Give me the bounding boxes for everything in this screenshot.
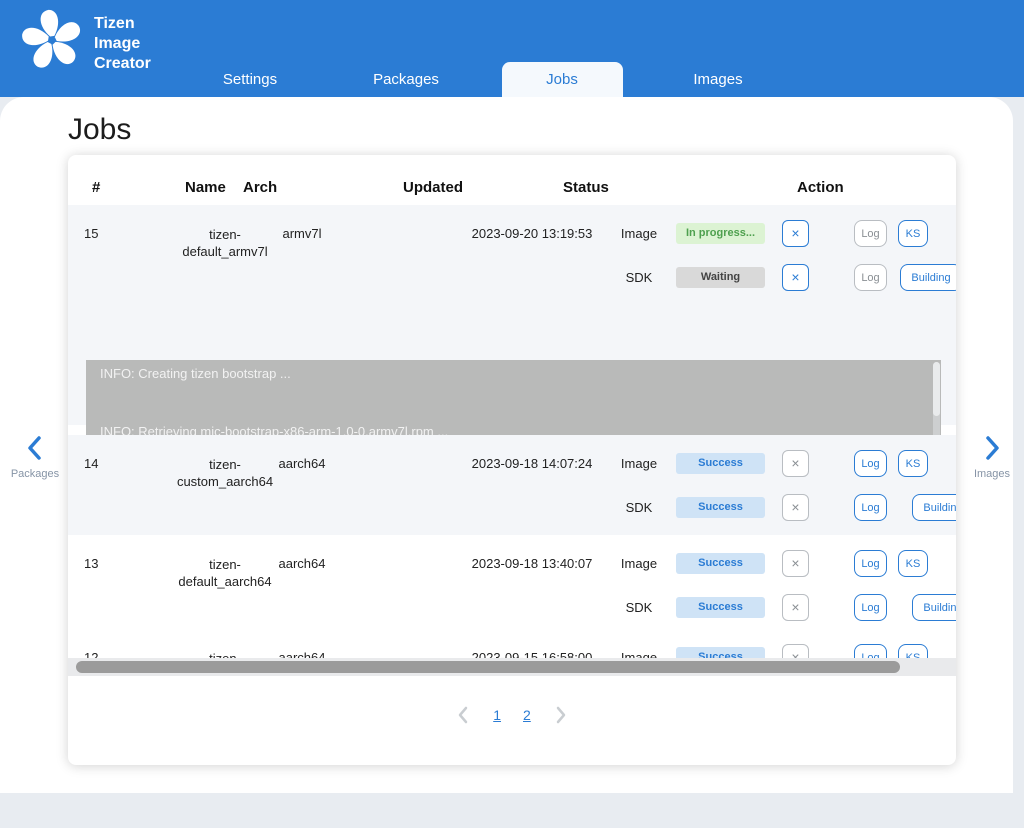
image-status-line: Image Success × Log KS	[68, 549, 956, 579]
chevron-left-icon	[455, 705, 471, 725]
brand-line-1: Tizen	[94, 14, 151, 34]
tab-images[interactable]: Images	[640, 62, 796, 97]
main-nav: Settings Packages Jobs Images	[172, 62, 796, 97]
pagination: 1 2	[68, 695, 956, 735]
tab-images-label: Images	[640, 62, 796, 97]
status-badge: Success	[676, 453, 765, 474]
log-button[interactable]: Log	[854, 264, 887, 291]
image-status-line: Image Success × Log KS	[68, 449, 956, 479]
page-title: Jobs	[68, 113, 131, 147]
status-badge: Waiting	[676, 267, 765, 288]
log-scrollbar-thumb[interactable]	[933, 362, 940, 416]
status-badge: Success	[676, 497, 765, 518]
status-badge: Success	[676, 597, 765, 618]
ks-button[interactable]: KS	[898, 550, 928, 577]
column-header-updated: Updated	[403, 179, 463, 196]
tab-settings[interactable]: Settings	[172, 62, 328, 97]
job-row: 15 tizen-default_armv7l armv7l 2023-09-2…	[68, 205, 956, 425]
pinwheel-icon	[20, 8, 84, 72]
side-nav-images[interactable]: Images	[962, 435, 1022, 480]
ks-button[interactable]: KS	[898, 450, 928, 477]
log-button[interactable]: Log	[854, 494, 887, 521]
page-link-1[interactable]: 1	[493, 707, 501, 723]
brand-text: Tizen Image Creator	[94, 14, 151, 74]
log-button[interactable]: Log	[854, 450, 887, 477]
main-panel: Jobs Packages Images # Name Arch Updated…	[0, 97, 1013, 793]
app-logo[interactable]	[20, 8, 84, 72]
log-button[interactable]: Log	[854, 594, 887, 621]
column-header-arch: Arch	[243, 179, 277, 196]
tab-packages-label: Packages	[328, 62, 484, 97]
brand-line-3: Creator	[94, 54, 151, 74]
cancel-button[interactable]: ×	[782, 264, 809, 291]
table-body: 15 tizen-default_armv7l armv7l 2023-09-2…	[68, 205, 956, 676]
image-status-line: Image In progress... × Log KS	[68, 219, 956, 249]
job-row: 14 tizen-custom_aarch64 aarch64 2023-09-…	[68, 435, 956, 535]
horizontal-scrollbar-thumb[interactable]	[76, 661, 900, 673]
ks-button[interactable]: KS	[898, 220, 928, 247]
log-button[interactable]: Log	[854, 220, 887, 247]
page-link-2[interactable]: 2	[523, 707, 531, 723]
chevron-left-icon	[24, 435, 46, 461]
status-type-label: SDK	[599, 270, 679, 285]
pagination-prev-button[interactable]	[455, 705, 471, 725]
job-row: 13 tizen-default_aarch64 aarch64 2023-09…	[68, 535, 956, 635]
horizontal-scrollbar-track[interactable]	[68, 658, 956, 676]
cancel-button[interactable]: ×	[782, 220, 809, 247]
building-button[interactable]: Building	[912, 494, 956, 521]
column-header-name: Name	[185, 179, 226, 196]
cancel-button[interactable]: ×	[782, 594, 809, 621]
column-header-action: Action	[797, 179, 844, 196]
sdk-status-line: SDK Success × Log Building	[68, 493, 956, 523]
log-line: INFO: Creating tizen bootstrap ...	[100, 366, 921, 381]
sdk-status-line: SDK Success × Log Building	[68, 593, 956, 623]
sdk-status-line: SDK Waiting × Log Building	[68, 263, 956, 293]
column-header-id: #	[92, 179, 100, 196]
building-button[interactable]: Building	[912, 594, 956, 621]
pagination-next-button[interactable]	[553, 705, 569, 725]
cancel-button[interactable]: ×	[782, 494, 809, 521]
log-button[interactable]: Log	[854, 550, 887, 577]
building-button[interactable]: Building	[900, 264, 956, 291]
tab-packages[interactable]: Packages	[328, 62, 484, 97]
status-badge: In progress...	[676, 223, 765, 244]
chevron-right-icon	[981, 435, 1003, 461]
table-header-row: # Name Arch Updated Status Action	[68, 155, 956, 205]
status-type-label: Image	[599, 556, 679, 571]
status-badge: Success	[676, 553, 765, 574]
jobs-table-card: # Name Arch Updated Status Action 15 tiz…	[68, 155, 956, 765]
status-type-label: SDK	[599, 600, 679, 615]
chevron-right-icon	[553, 705, 569, 725]
status-type-label: Image	[599, 226, 679, 241]
tab-jobs-label: Jobs	[502, 62, 623, 97]
brand-line-2: Image	[94, 34, 151, 54]
column-header-status: Status	[563, 179, 609, 196]
side-nav-packages[interactable]: Packages	[5, 435, 65, 480]
status-type-label: Image	[599, 456, 679, 471]
status-type-label: SDK	[599, 500, 679, 515]
cancel-button[interactable]: ×	[782, 450, 809, 477]
side-nav-packages-label: Packages	[5, 468, 65, 480]
tab-jobs[interactable]: Jobs	[484, 62, 640, 97]
cancel-button[interactable]: ×	[782, 550, 809, 577]
tab-settings-label: Settings	[172, 62, 328, 97]
side-nav-images-label: Images	[962, 468, 1022, 480]
app-header: Tizen Image Creator Settings Packages Jo…	[0, 0, 1024, 97]
